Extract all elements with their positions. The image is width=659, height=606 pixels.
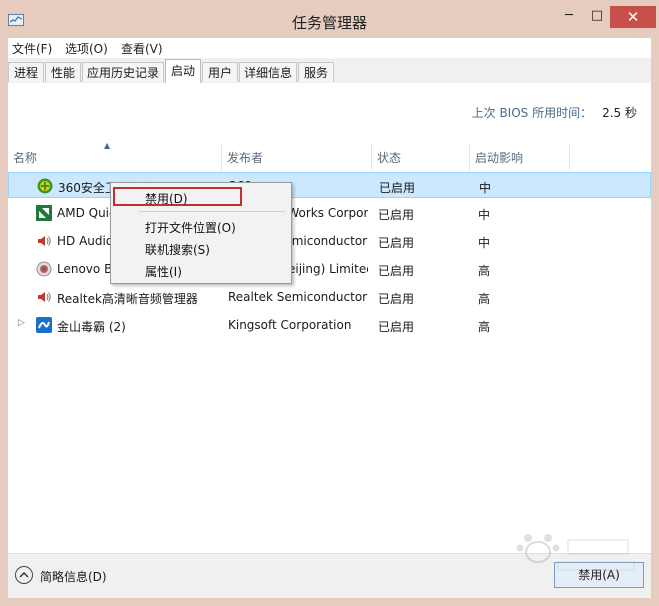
- row-impact: 高: [478, 320, 491, 334]
- table-row[interactable]: ▷ 金山毒霸 (2) Kingsoft Corporation 已启用 高: [8, 312, 651, 338]
- column-header-name[interactable]: 名称: [8, 145, 222, 171]
- context-menu-open-file-location[interactable]: 打开文件位置(O): [145, 219, 236, 236]
- row-status: 已启用: [378, 208, 415, 222]
- fewer-details-link[interactable]: 简略信息(D): [40, 568, 107, 585]
- task-manager-window: 任务管理器 ─ □ ✕ 文件(F) 选项(O) 查看(V) 进程 性能 应用历史…: [0, 0, 659, 606]
- maximize-button[interactable]: □: [584, 6, 610, 28]
- title-bar[interactable]: 任务管理器 ─ □ ✕: [0, 0, 659, 38]
- menu-bar: 文件(F) 选项(O) 查看(V): [8, 38, 651, 58]
- row-impact: 高: [478, 292, 491, 306]
- tab-services[interactable]: 服务: [298, 62, 334, 82]
- row-impact: 中: [478, 236, 491, 250]
- row-name: AMD Quick Stream: [57, 206, 117, 220]
- tab-app-history[interactable]: 应用历史记录: [82, 62, 164, 82]
- row-status: 已启用: [378, 320, 415, 334]
- chevron-up-icon[interactable]: [15, 566, 33, 584]
- 360-safeguard-icon: [37, 178, 53, 194]
- row-impact: 高: [478, 264, 491, 278]
- row-name: Lenovo Bluetooth Service: [57, 262, 117, 276]
- table-row[interactable]: HD Audio Background Process Realtek Semi…: [8, 228, 651, 254]
- bios-time: 上次 BIOS 所用时间： 2.5 秒: [472, 104, 637, 121]
- tab-bar: 进程 性能 应用历史记录 启动 用户 详细信息 服务: [8, 58, 651, 84]
- column-header-publisher[interactable]: 发布者: [222, 145, 372, 171]
- row-publisher: Kingsoft Corporation: [228, 318, 352, 332]
- context-menu-disable[interactable]: 禁用(D): [145, 190, 188, 207]
- startup-panel: 上次 BIOS 所用时间： 2.5 秒 ▲ 名称 发布者 状态 启动影响 360安…: [8, 83, 651, 553]
- tab-startup[interactable]: 启动: [165, 59, 201, 84]
- row-name: 金山毒霸 (2): [57, 320, 126, 334]
- context-menu-properties[interactable]: 属性(I): [145, 263, 182, 280]
- lenovo-icon: [36, 261, 52, 277]
- tab-users[interactable]: 用户: [202, 62, 238, 82]
- tab-processes[interactable]: 进程: [8, 62, 44, 82]
- bios-time-value: 2.5 秒: [602, 106, 637, 120]
- context-menu: 禁用(D) 打开文件位置(O) 联机搜索(S) 属性(I): [110, 182, 292, 284]
- menu-file[interactable]: 文件(F): [12, 40, 52, 57]
- bios-time-label: 上次 BIOS 所用时间：: [471, 106, 593, 120]
- context-menu-separator: [139, 211, 285, 212]
- context-menu-search-online[interactable]: 联机搜索(S): [145, 241, 210, 258]
- baidu-watermark-logo: [516, 534, 635, 571]
- menu-view[interactable]: 查看(V): [121, 40, 163, 57]
- row-status: 已启用: [378, 292, 415, 306]
- amd-quick-stream-icon: [36, 205, 52, 221]
- table-row[interactable]: Realtek高清晰音频管理器 Realtek Semiconductor 已启…: [8, 284, 651, 310]
- speaker-icon: [36, 289, 52, 305]
- row-status: 已启用: [378, 264, 415, 278]
- row-status: 已启用: [379, 181, 416, 195]
- minimize-button[interactable]: ─: [556, 6, 582, 28]
- row-name: Realtek高清晰音频管理器: [57, 292, 198, 306]
- menu-options[interactable]: 选项(O): [65, 40, 108, 57]
- table-row[interactable]: Lenovo Bluetooth Service Lenovo (Beijing…: [8, 256, 651, 282]
- column-header-status[interactable]: 状态: [372, 145, 470, 171]
- column-header-impact[interactable]: 启动影响: [470, 145, 570, 171]
- kingsoft-antivirus-icon: [36, 317, 52, 333]
- table-row[interactable]: 360安全卫士安全防护中心 360 已启用 中: [8, 172, 651, 198]
- speaker-icon: [36, 233, 52, 249]
- row-impact: 中: [479, 181, 492, 195]
- expand-chevron-icon[interactable]: ▷: [18, 318, 25, 328]
- table-row[interactable]: AMD Quick Stream AMD PixelWorks Corporat…: [8, 200, 651, 226]
- row-publisher: Realtek Semiconductor: [228, 290, 368, 304]
- tab-performance[interactable]: 性能: [45, 62, 81, 82]
- row-status: 已启用: [378, 236, 415, 250]
- close-button[interactable]: ✕: [610, 6, 656, 28]
- tab-details[interactable]: 详细信息: [239, 62, 297, 82]
- row-impact: 中: [478, 208, 491, 222]
- row-name: HD Audio Background Process: [57, 234, 117, 248]
